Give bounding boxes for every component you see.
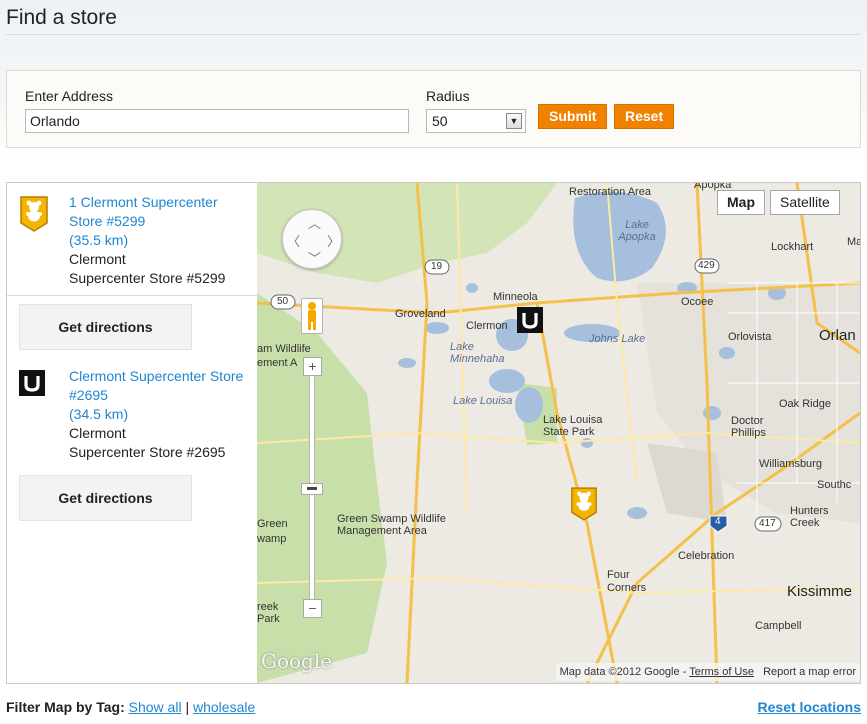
map-label: Orlovista (728, 331, 772, 343)
teddy-bear-icon[interactable] (19, 195, 49, 238)
chevron-down-icon[interactable]: ▼ (506, 113, 522, 129)
map-label: Celebration (678, 550, 735, 562)
map-label: Doctor Phillips (731, 415, 766, 439)
map-label: Lockhart (771, 241, 814, 253)
store-address-line2: Supercenter Store #2695 (69, 444, 226, 460)
map-attribution: Map data ©2012 Google - Terms of Use Rep… (555, 663, 860, 681)
map-label: Green Swamp Wildlife Management Area (337, 513, 446, 537)
pan-right-icon[interactable]: 〉 (327, 231, 340, 250)
route-50-shield: 50 (277, 296, 289, 307)
report-map-error-link[interactable]: Report a map error (763, 666, 856, 678)
store-address-line1: Clermont (69, 251, 126, 267)
route-417-shield: 417 (759, 518, 776, 529)
list-divider (7, 295, 257, 296)
pan-up-icon[interactable]: ︿ (308, 213, 321, 232)
store-address-line1: Clermont (69, 425, 126, 441)
map-label: Four Corners (607, 569, 647, 594)
map-label: Oak Ridge (779, 398, 831, 410)
map-label: Clermon (466, 320, 508, 332)
map-label: reek Park (257, 601, 280, 625)
map-label: ement A (257, 357, 298, 369)
map-label: Restoration Area (569, 186, 651, 198)
interstate-4-shield: 4 (715, 516, 721, 527)
get-directions-button[interactable]: Get directions (19, 304, 192, 350)
radius-select[interactable]: 50 ▼ (426, 109, 526, 133)
submit-button[interactable]: Submit (538, 104, 608, 129)
filter-separator: | (185, 699, 190, 715)
map-label: Lake Louisa State Park (543, 414, 603, 438)
route-19-shield: 19 (431, 261, 443, 272)
filter-label: Filter Map by Tag: (6, 699, 125, 715)
map-label: Campbell (755, 620, 802, 632)
map-label: Williamsburg (759, 458, 822, 470)
pan-left-icon[interactable]: 〈 (287, 231, 300, 250)
reset-button[interactable]: Reset (614, 104, 675, 129)
u-logo-icon[interactable] (19, 370, 45, 401)
map-label: Ocoee (681, 296, 714, 308)
radius-value: 50 (432, 113, 448, 129)
tag-filter: Filter Map by Tag: Show all | wholesale (6, 699, 255, 715)
wholesale-link[interactable]: wholesale (193, 699, 255, 715)
map-label: Ma (847, 236, 860, 248)
map-label: Minneola (493, 291, 538, 303)
map-canvas[interactable]: 19 429 50 4 417 Restoration Area Apopka … (257, 183, 860, 683)
street-view-pegman-icon[interactable] (301, 298, 323, 334)
store-list: 1 Clermont Supercenter Store #5299 (35.5… (7, 183, 257, 683)
store-distance: (34.5 km) (69, 406, 129, 422)
store-locator: 1 Clermont Supercenter Store #5299 (35.5… (6, 182, 861, 684)
store-address-line2: Supercenter Store #5299 (69, 270, 226, 286)
map-type-map-button[interactable]: Map (717, 190, 765, 215)
map-label: Kissimme (787, 583, 853, 600)
store-distance: (35.5 km) (69, 232, 129, 248)
map-data-text: Map data ©2012 Google - (559, 666, 690, 678)
search-panel: Enter Address Radius 50 ▼ Submit Reset (6, 70, 861, 148)
address-input[interactable] (25, 109, 409, 133)
radius-label: Radius (426, 88, 470, 104)
map-type-satellite-button[interactable]: Satellite (770, 190, 840, 215)
map-label: Johns Lake (589, 333, 646, 345)
map-label: Lake Minnehaha (450, 341, 505, 365)
show-all-link[interactable]: Show all (129, 699, 182, 715)
pan-control[interactable]: ︿ ﹀ 〈 〉 (282, 209, 342, 269)
terms-of-use-link[interactable]: Terms of Use (689, 666, 754, 678)
page-title: Find a store (6, 6, 117, 29)
map-label: Hunters Creek (790, 505, 829, 529)
map-label: am Wildlife (257, 343, 311, 355)
map-label: Southc (817, 479, 852, 491)
map-label: Lake Apopka (618, 219, 656, 243)
map-label: Groveland (395, 308, 446, 320)
pan-down-icon[interactable]: ﹀ (308, 248, 321, 267)
map-label: Lake Louisa (453, 395, 513, 407)
zoom-slider-handle[interactable]: ▬ (301, 483, 323, 495)
store-name-link[interactable]: 1 Clermont Supercenter Store #5299 (69, 193, 249, 231)
zoom-in-button[interactable]: + (303, 357, 322, 376)
title-divider (6, 34, 861, 35)
get-directions-button[interactable]: Get directions (19, 475, 192, 521)
route-429-shield: 429 (698, 260, 715, 271)
reset-locations-link[interactable]: Reset locations (758, 699, 861, 715)
map-label: Orlan (819, 327, 856, 344)
google-logo: Google (261, 649, 333, 673)
zoom-out-button[interactable]: − (303, 599, 322, 618)
address-label: Enter Address (25, 88, 113, 104)
store-name-link[interactable]: Clermont Supercenter Store #2695 (69, 367, 249, 405)
map-label: Green wamp (257, 518, 288, 545)
